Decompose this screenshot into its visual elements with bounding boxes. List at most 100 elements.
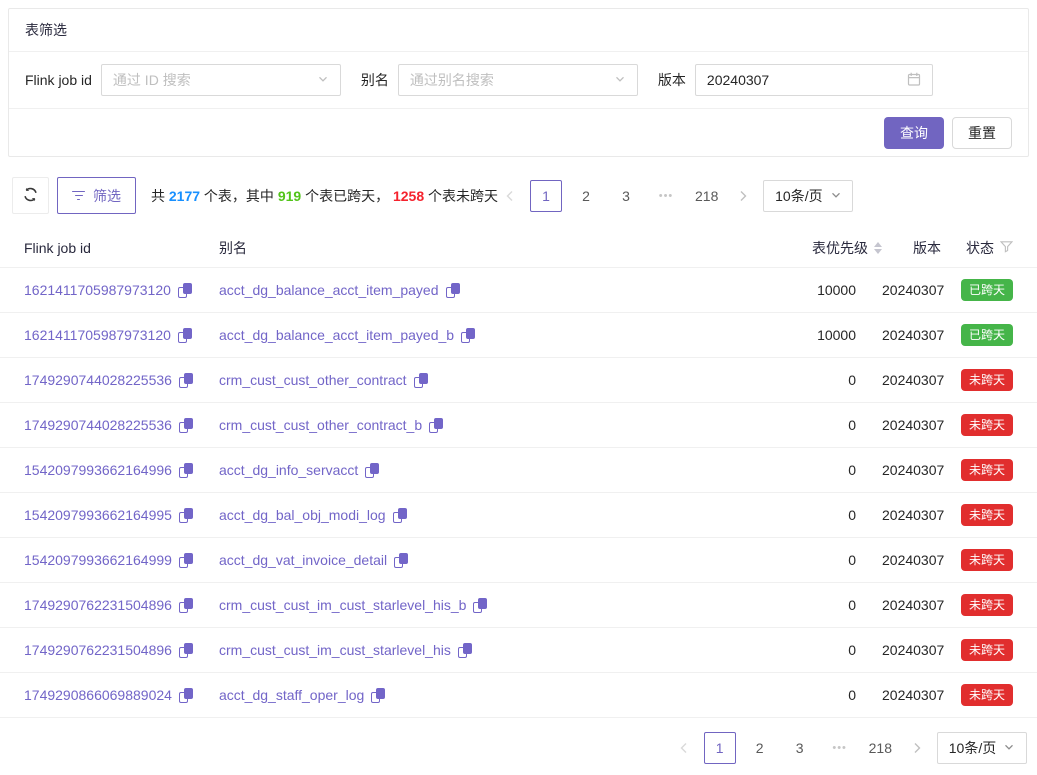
alias-link[interactable]: crm_cust_cust_im_cust_starlevel_his [219, 642, 451, 658]
copy-icon[interactable] [446, 283, 460, 298]
copy-icon[interactable] [473, 598, 487, 613]
summary-uncrossed-count: 1258 [393, 188, 424, 204]
priority-value: 0 [848, 642, 882, 658]
flink-job-id-link[interactable]: 1749290866069889024 [24, 687, 172, 703]
alias-link[interactable]: acct_dg_info_servacct [219, 462, 358, 478]
table-row: 1749290866069889024 acct_dg_staff_oper_l… [0, 673, 1037, 718]
alias-select[interactable]: 通过别名搜索 [398, 64, 638, 96]
filter-button-label: 筛选 [93, 186, 121, 206]
copy-icon[interactable] [179, 643, 193, 658]
table-row: 1621411705987973120 acct_dg_balance_acct… [0, 268, 1037, 313]
alias-link[interactable]: acct_dg_staff_oper_log [219, 687, 364, 703]
version-value: 20240307 [882, 552, 941, 568]
reset-button[interactable]: 重置 [952, 117, 1012, 149]
status-badge: 已跨天 [961, 324, 1013, 346]
copy-icon[interactable] [461, 328, 475, 343]
status-badge: 未跨天 [961, 684, 1013, 706]
status-badge: 未跨天 [961, 414, 1013, 436]
version-value: 20240307 [882, 417, 941, 433]
copy-icon[interactable] [179, 553, 193, 568]
flink-job-id-link[interactable]: 1749290744028225536 [24, 372, 172, 388]
copy-icon[interactable] [178, 283, 192, 298]
copy-icon[interactable] [179, 418, 193, 433]
sort-icon[interactable] [874, 242, 882, 254]
query-button[interactable]: 查询 [884, 117, 944, 149]
copy-icon[interactable] [179, 688, 193, 703]
copy-icon[interactable] [179, 373, 193, 388]
priority-value: 0 [848, 597, 882, 613]
pagination: 123•••218 10条/页 [672, 732, 1027, 764]
table-row: 1749290762231504896 crm_cust_cust_im_cus… [0, 583, 1037, 628]
filter-button[interactable]: 筛选 [57, 177, 136, 214]
pagination-page-2[interactable]: 2 [570, 180, 602, 212]
copy-icon[interactable] [179, 508, 193, 523]
version-value: 20240307 [882, 687, 941, 703]
summary-total-count: 2177 [169, 188, 200, 204]
table-row: 1542097993662164999 acct_dg_vat_invoice_… [0, 538, 1037, 583]
copy-icon[interactable] [458, 643, 472, 658]
copy-icon[interactable] [414, 373, 428, 388]
footer-bar: 123•••218 10条/页 [12, 732, 1027, 764]
pagination-next-icon[interactable] [905, 732, 929, 764]
flink-job-id-label: Flink job id [25, 72, 92, 88]
refresh-button[interactable] [12, 177, 49, 214]
pagination-page-3[interactable]: 3 [784, 732, 816, 764]
version-value: 20240307 [882, 327, 941, 343]
pagination-page-1[interactable]: 1 [530, 180, 562, 212]
column-filter-funnel-icon[interactable] [1000, 240, 1013, 256]
copy-icon[interactable] [365, 463, 379, 478]
copy-icon[interactable] [371, 688, 385, 703]
pagination-next-icon[interactable] [731, 180, 755, 212]
copy-icon[interactable] [178, 328, 192, 343]
flink-job-id-link[interactable]: 1542097993662164996 [24, 462, 172, 478]
pagination-page-2[interactable]: 2 [744, 732, 776, 764]
column-header-priority[interactable]: 表优先级 [659, 238, 882, 258]
table-row: 1749290744028225536 crm_cust_cust_other_… [0, 403, 1037, 448]
table-row: 1749290762231504896 crm_cust_cust_im_cus… [0, 628, 1037, 673]
page-size-select[interactable]: 10条/页 [763, 180, 853, 212]
status-badge: 未跨天 [961, 459, 1013, 481]
pagination-page-218[interactable]: 218 [864, 732, 897, 764]
copy-icon[interactable] [179, 598, 193, 613]
alias-link[interactable]: acct_dg_balance_acct_item_payed [219, 282, 439, 298]
flink-job-id-link[interactable]: 1749290762231504896 [24, 597, 172, 613]
pagination-page-3[interactable]: 3 [610, 180, 642, 212]
alias-link[interactable]: crm_cust_cust_other_contract_b [219, 417, 422, 433]
page-size-select[interactable]: 10条/页 [937, 732, 1027, 764]
flink-job-id-link[interactable]: 1542097993662164995 [24, 507, 172, 523]
flink-job-id-link[interactable]: 1621411705987973120 [24, 282, 171, 298]
priority-value: 0 [848, 552, 882, 568]
toolbar: 筛选 共 2177 个表，其中 919 个表已跨天， 1258 个表未跨天 12… [12, 177, 1027, 214]
version-value: 20240307 [882, 372, 941, 388]
copy-icon[interactable] [429, 418, 443, 433]
pagination-page-218[interactable]: 218 [690, 180, 723, 212]
version-value: 20240307 [882, 462, 941, 478]
flink-job-id-select[interactable]: 通过 ID 搜索 [101, 64, 341, 96]
copy-icon[interactable] [393, 508, 407, 523]
flink-job-id-link[interactable]: 1749290744028225536 [24, 417, 172, 433]
flink-job-id-link[interactable]: 1542097993662164999 [24, 552, 172, 568]
flink-job-id-link[interactable]: 1749290762231504896 [24, 642, 172, 658]
version-date-picker[interactable] [695, 64, 933, 96]
pagination-prev-icon[interactable] [498, 180, 522, 212]
table-row: 1621411705987973120 acct_dg_balance_acct… [0, 313, 1037, 358]
alias-link[interactable]: acct_dg_vat_invoice_detail [219, 552, 387, 568]
priority-value: 10000 [817, 327, 882, 343]
version-date-input[interactable] [707, 72, 907, 88]
flink-job-id-link[interactable]: 1621411705987973120 [24, 327, 171, 343]
table-row: 1542097993662164995 acct_dg_bal_obj_modi… [0, 493, 1037, 538]
status-badge: 未跨天 [961, 369, 1013, 391]
alias-link[interactable]: acct_dg_bal_obj_modi_log [219, 507, 386, 523]
pagination-prev-icon[interactable] [672, 732, 696, 764]
copy-icon[interactable] [394, 553, 408, 568]
alias-link[interactable]: crm_cust_cust_im_cust_starlevel_his_b [219, 597, 466, 613]
data-table: Flink job id 别名 表优先级 版本 状态 1621411705987… [0, 228, 1037, 718]
flink-job-id-placeholder: 通过 ID 搜索 [113, 70, 191, 90]
column-header-flink-job-id: Flink job id [24, 240, 219, 256]
copy-icon[interactable] [179, 463, 193, 478]
alias-link[interactable]: acct_dg_balance_acct_item_payed_b [219, 327, 454, 343]
version-value: 20240307 [882, 642, 941, 658]
pagination-page-1[interactable]: 1 [704, 732, 736, 764]
filter-panel-title: 表筛选 [9, 9, 1028, 52]
alias-link[interactable]: crm_cust_cust_other_contract [219, 372, 407, 388]
